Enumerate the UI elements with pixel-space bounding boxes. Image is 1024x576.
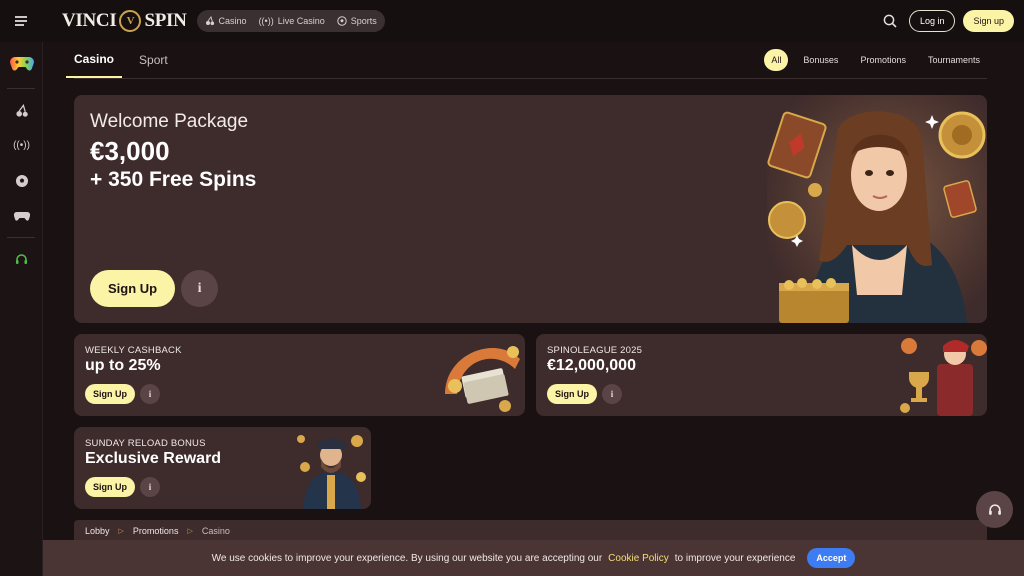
sidebar-item-casino[interactable] [0,93,43,128]
gamepad-rainbow-icon [9,57,34,71]
captain-art-image [297,435,366,509]
breadcrumb-item-lobby[interactable]: Lobby [85,526,110,536]
cookie-text-end: to improve your experience [674,552,796,564]
sidebar-divider [7,237,35,238]
cookie-text: We use cookies to improve your experienc… [211,552,603,564]
tab-sport[interactable]: Sport [139,41,168,78]
promo-card-weekly-cashback[interactable]: WEEKLY CASHBACK up to 25% Sign Up i [74,334,525,416]
promo-headline: up to 25% [85,357,161,374]
filter-all[interactable]: All [764,48,789,71]
cookie-policy-link[interactable]: Cookie Policy [608,553,669,564]
soccer-ball-icon [337,16,347,26]
menu-icon[interactable] [0,0,42,42]
soccer-ball-icon [15,174,28,187]
cookie-banner: We use cookies to improve your experienc… [43,540,1024,576]
info-icon[interactable]: i [181,270,219,307]
cherries-icon [205,16,214,26]
promo-label: SUNDAY RELOAD BONUS [85,438,206,449]
chevron-right-icon: ▷ [118,528,124,535]
top-nav: Casino ((•)) Live Casino Sports [196,10,385,32]
info-icon[interactable]: i [602,384,622,404]
spinoleague-art-image [900,338,987,416]
sidebar-item-live-casino[interactable]: ((•)) [0,128,43,163]
filter-promotions[interactable]: Promotions [853,49,913,71]
main-content: Casino Sport All Bonuses Promotions Tour… [66,41,987,542]
nav-sports-label: Sports [350,16,377,26]
gamepad-icon [13,211,30,221]
promo-headline: Exclusive Reward [85,450,222,467]
promo-actions: Sign Up i [85,384,160,404]
nav-live-casino[interactable]: ((•)) Live Casino [259,16,325,26]
info-icon[interactable]: i [140,477,160,497]
sidebar-item-sports[interactable] [0,163,43,198]
hero-character-image [767,95,987,323]
hero-actions: Sign Up i [90,270,219,307]
logo-emblem-icon: V [119,10,142,32]
accept-cookies-button[interactable]: Accept [807,548,856,568]
headset-icon [988,503,1001,515]
cashback-art-image [445,346,520,412]
sidebar-item-support[interactable] [0,242,43,277]
promo-label: SPINOLEAGUE 2025 [547,345,643,356]
header-actions: Log in Sign up [879,10,1014,32]
promo-headline: €12,000,000 [547,357,636,374]
signup-button[interactable]: Sign up [963,10,1014,32]
promo-signup-button[interactable]: Sign Up [547,384,597,404]
top-bar: VINCI V SPIN Casino ((•)) Live Casino Sp… [0,0,1024,42]
filter-bonuses[interactable]: Bonuses [796,49,845,71]
nav-casino-label: Casino [218,16,247,26]
promo-signup-button[interactable]: Sign Up [85,477,135,497]
hero-signup-button[interactable]: Sign Up [90,270,176,307]
promo-card-sunday-reload[interactable]: SUNDAY RELOAD BONUS Exclusive Reward Sig… [74,427,371,509]
filter-tournaments[interactable]: Tournaments [921,49,987,71]
hero-title: Welcome Package [90,111,249,132]
nav-sports[interactable]: Sports [337,16,377,26]
hero-subtitle: + 350 Free Spins [90,168,257,191]
sidebar-divider [7,88,35,89]
sidebar-item-games[interactable] [0,42,43,84]
tab-casino[interactable]: Casino [66,41,123,78]
cherries-icon [15,103,28,117]
nav-casino[interactable]: Casino [205,16,247,26]
promo-label: WEEKLY CASHBACK [85,345,182,356]
support-chat-button[interactable] [976,491,1013,528]
hero-text: Welcome Package €3,000 + 350 Free Spins [90,111,256,194]
broadcast-icon: ((•)) [258,16,274,26]
welcome-banner[interactable]: Welcome Package €3,000 + 350 Free Spins … [74,95,987,323]
hero-amount: €3,000 [90,136,170,166]
filter-pills: All Bonuses Promotions Tournaments [764,41,987,78]
info-icon[interactable]: i [140,384,160,404]
logo-text-left: VINCI [62,10,117,31]
tabs-row: Casino Sport All Bonuses Promotions Tour… [66,41,987,79]
broadcast-icon: ((•)) [13,140,30,151]
search-icon[interactable] [879,10,901,32]
logo-text-right: SPIN [144,10,187,31]
promo-signup-button[interactable]: Sign Up [85,384,135,404]
nav-live-casino-label: Live Casino [277,16,325,26]
section-tabs: Casino Sport [66,41,168,78]
breadcrumb-item-casino[interactable]: Casino [202,526,230,536]
sidebar: ((•)) [0,42,43,576]
sidebar-item-virtual[interactable] [0,198,43,233]
promo-card-spinoleague[interactable]: SPINOLEAGUE 2025 €12,000,000 Sign Up i [536,334,987,416]
breadcrumb: Lobby ▷ Promotions ▷ Casino [74,520,987,542]
breadcrumb-item-promotions[interactable]: Promotions [133,526,179,536]
login-button[interactable]: Log in [908,10,956,32]
chevron-right-icon: ▷ [187,528,193,535]
promo-actions: Sign Up i [85,477,160,497]
logo[interactable]: VINCI V SPIN [62,10,187,32]
headset-icon [16,254,27,264]
promo-actions: Sign Up i [547,384,622,404]
